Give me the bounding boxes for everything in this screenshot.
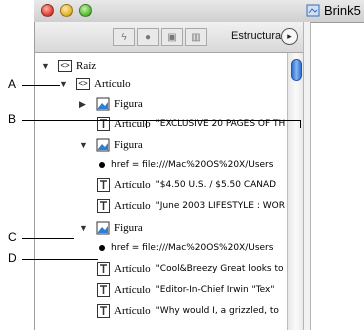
image-icon (96, 138, 110, 152)
tree-item-label: Artículo (114, 200, 151, 212)
lightning-icon[interactable]: ϟ (113, 28, 135, 46)
image-icon (96, 221, 110, 235)
callout-b-bracket (146, 120, 300, 121)
text-frame-icon (97, 283, 110, 297)
tree-item-articulo[interactable]: Artículo "EXCLUSIVE 20 PAGES OF TH (97, 115, 285, 133)
image-icon (96, 97, 110, 111)
expanded-triangle-icon[interactable]: ▼ (79, 140, 91, 150)
document-window-edge (303, 22, 311, 330)
callout-d-label: D (8, 251, 17, 265)
attribute-bullet-icon (99, 245, 105, 251)
structure-panel: ϟ ● ▣ ▥ Estructura ▸ ▼ <> Raíz ▼ <> Artí… (34, 22, 304, 330)
tree-item-articulo[interactable]: Artículo "Why would I, a grizzled, to (97, 302, 279, 320)
document-icon (306, 4, 320, 17)
callout-c-line (22, 238, 74, 239)
structure-tree: ▼ <> Raíz ▼ <> Artículo ▶ Figura Artícul… (35, 53, 287, 330)
tree-item-label: Figura (114, 139, 143, 151)
tree-item-value: "June 2003 LIFESTYLE : WOR (155, 201, 285, 211)
tree-item-attribute[interactable]: href = file:///Mac%20OS%20X/Users (95, 156, 273, 174)
tree-item-figura[interactable]: ▼ Figura (79, 219, 148, 237)
tree-item-articulo[interactable]: Artículo "June 2003 LIFESTYLE : WOR (97, 197, 285, 215)
collapsed-triangle-icon[interactable]: ▶ (79, 99, 91, 110)
expanded-triangle-icon[interactable]: ▼ (79, 223, 91, 233)
tree-item-value: "Cool&Breezy Great looks to (155, 264, 284, 274)
tree-item-label: Figura (114, 222, 143, 234)
tree-item-articulo[interactable]: Artículo "$4.50 U.S. / $5.50 CANAD (97, 176, 276, 194)
text-frame-icon (97, 199, 110, 213)
tree-item-figura[interactable]: ▶ Figura (79, 95, 148, 113)
tree-item-value: href = file:///Mac%20OS%20X/Users (111, 243, 274, 253)
tree-item-label: Artículo (114, 305, 151, 317)
tree-item-label: Artículo (94, 78, 131, 90)
callout-b-line (22, 120, 146, 121)
zoom-window-button[interactable] (79, 4, 92, 17)
callout-a-label: A (8, 77, 17, 91)
tree-item-raiz[interactable]: ▼ <> Raíz (41, 57, 101, 75)
callout-b-label: B (8, 112, 17, 126)
scrollbar-thumb[interactable] (291, 59, 302, 81)
text-frame-icon (97, 304, 110, 318)
panel-menu-button[interactable]: ▸ (281, 28, 298, 45)
tree-item-label: Raíz (76, 60, 97, 72)
tree-item-value: "Why would I, a grizzled, to (155, 306, 279, 316)
tree-item-articulo[interactable]: Artículo "Cool&Breezy Great looks to (97, 260, 284, 278)
tag-icon: <> (76, 78, 90, 90)
callout-b-connector (146, 120, 147, 128)
text-frame-icon (97, 262, 110, 276)
panel-toolbar: ϟ ● ▣ ▥ Estructura ▸ (35, 22, 304, 53)
tree-item-label: Artículo (114, 263, 151, 275)
tree-item-attribute[interactable]: href = file:///Mac%20OS%20X/Users (95, 239, 273, 257)
tree-item-label: Artículo (114, 284, 151, 296)
frame-icon[interactable]: ▣ (161, 28, 183, 46)
expanded-triangle-icon[interactable]: ▼ (41, 61, 53, 71)
tree-item-value: "$4.50 U.S. / $5.50 CANAD (155, 180, 277, 190)
tag-icon: <> (58, 60, 72, 72)
document-title: Brink5 (324, 3, 361, 18)
tree-item-label: Figura (114, 98, 143, 110)
callout-c-label: C (8, 230, 17, 244)
callout-b-bracket-end (300, 120, 301, 128)
panel-title: Estructura (231, 30, 282, 42)
callout-a-line (22, 85, 60, 86)
tree-item-label: Artículo (114, 179, 151, 191)
expanded-triangle-icon[interactable]: ▼ (59, 79, 71, 89)
dot-icon[interactable]: ● (137, 28, 159, 46)
text-frame-icon (97, 178, 110, 192)
close-window-button[interactable] (41, 4, 54, 17)
tree-item-value: "Editor-In-Chief Irwin "Tex" (155, 285, 275, 295)
callout-d-line (22, 259, 98, 260)
attribute-bullet-icon (99, 162, 105, 168)
tree-item-articulo[interactable]: ▼ <> Artículo (59, 75, 136, 93)
trash-icon[interactable]: ▥ (185, 28, 207, 46)
vertical-scrollbar[interactable] (287, 53, 304, 330)
tree-item-articulo[interactable]: Artículo "Editor-In-Chief Irwin "Tex" (97, 281, 275, 299)
minimize-window-button[interactable] (60, 4, 73, 17)
tree-item-figura[interactable]: ▼ Figura (79, 136, 148, 154)
tree-item-value: href = file:///Mac%20OS%20X/Users (111, 160, 274, 170)
